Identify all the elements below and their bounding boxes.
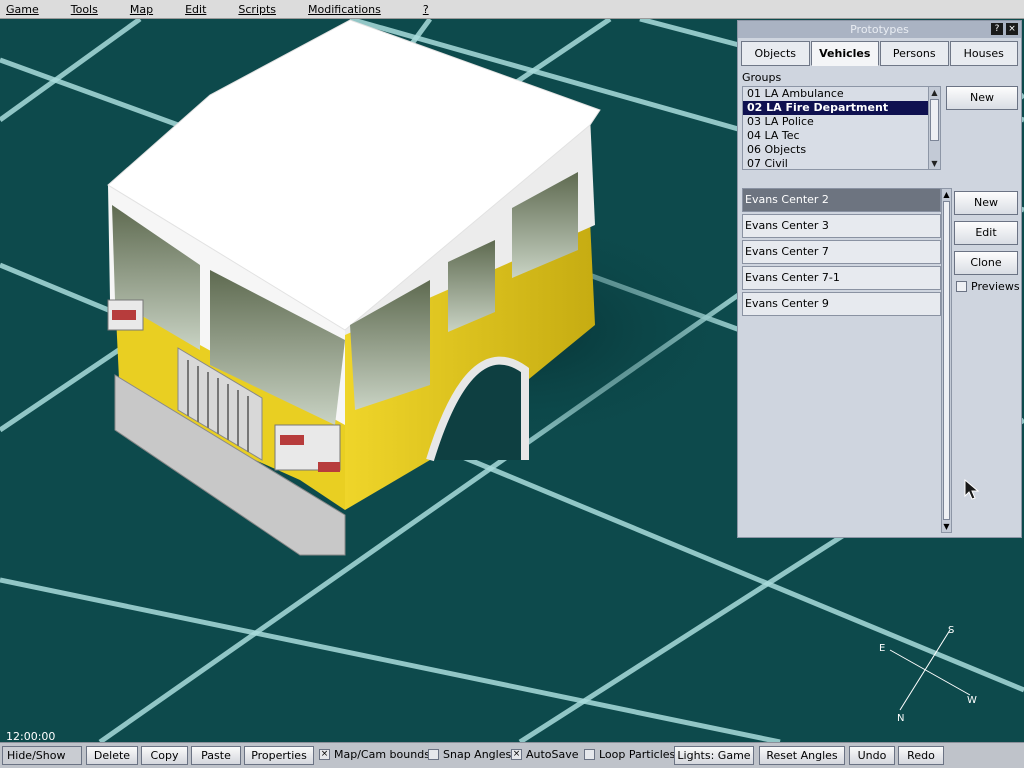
group-item[interactable]: 03 LA Police — [743, 115, 929, 129]
group-item[interactable]: 07 Civil — [743, 157, 929, 169]
group-item[interactable]: 01 LA Ambulance — [743, 87, 929, 101]
menu-game[interactable]: Game — [0, 3, 39, 16]
previews-label: Previews — [971, 280, 1020, 293]
prototype-scrollbar[interactable]: ▲ ▼ — [941, 188, 952, 533]
scroll-up-icon[interactable]: ▲ — [942, 189, 951, 200]
scroll-down-icon[interactable]: ▼ — [942, 521, 951, 532]
scroll-down-icon[interactable]: ▼ — [929, 158, 940, 169]
autosave-label: AutoSave — [526, 748, 579, 761]
list-item[interactable]: Evans Center 3 — [742, 214, 941, 238]
undo-button[interactable]: Undo — [849, 746, 895, 765]
compass-e-label: E — [879, 643, 886, 654]
list-item[interactable]: Evans Center 9 — [742, 292, 941, 316]
new-prototype-button[interactable]: New — [954, 191, 1018, 215]
snap-angles-label: Snap Angles — [443, 748, 512, 761]
properties-button[interactable]: Properties — [244, 746, 314, 765]
group-item[interactable]: 06 Objects — [743, 143, 929, 157]
loop-particles-toggle[interactable]: Loop Particles — [584, 748, 675, 761]
scroll-thumb[interactable] — [930, 99, 939, 141]
menu-modifications[interactable]: Modifications — [302, 3, 381, 16]
list-item[interactable]: Evans Center 2 — [742, 188, 941, 212]
hide-show-button[interactable]: Hide/Show — [2, 746, 82, 765]
tab-houses[interactable]: Houses — [949, 41, 1018, 66]
panel-title-bar[interactable]: Prototypes ? × — [738, 21, 1021, 38]
paste-button[interactable]: Paste — [191, 746, 241, 765]
group-item[interactable]: 04 LA Tec — [743, 129, 929, 143]
groups-label: Groups — [742, 71, 782, 84]
menu-bar: Game Tools Map Edit Scripts Modification… — [0, 0, 1024, 19]
group-item[interactable]: 02 LA Fire Department — [743, 101, 929, 115]
previews-checkbox[interactable] — [956, 281, 967, 292]
compass-n-label: N — [897, 713, 905, 724]
map-cam-bounds-checkbox[interactable]: × — [319, 749, 330, 760]
tab-vehicles[interactable]: Vehicles — [810, 41, 879, 66]
prototypes-panel: Prototypes ? × Objects Vehicles Persons … — [737, 20, 1022, 538]
delete-button[interactable]: Delete — [86, 746, 138, 765]
panel-title: Prototypes — [850, 23, 909, 36]
compass-w-label: W — [967, 695, 977, 706]
groups-list[interactable]: 01 LA Ambulance 02 LA Fire Department 03… — [742, 86, 941, 170]
loop-particles-label: Loop Particles — [599, 748, 676, 761]
copy-button[interactable]: Copy — [141, 746, 188, 765]
map-cam-bounds-toggle[interactable]: × Map/Cam bounds — [319, 748, 430, 761]
prototype-list[interactable]: Evans Center 2 Evans Center 3 Evans Cent… — [742, 188, 941, 533]
list-item[interactable]: Evans Center 7 — [742, 240, 941, 264]
reset-angles-button[interactable]: Reset Angles — [759, 746, 845, 765]
bottom-toolbar: Hide/Show Delete Copy Paste Properties ×… — [0, 742, 1024, 768]
tab-persons[interactable]: Persons — [880, 41, 949, 66]
snap-angles-checkbox[interactable] — [428, 749, 439, 760]
snap-angles-toggle[interactable]: Snap Angles — [428, 748, 511, 761]
groups-scrollbar[interactable]: ▲ ▼ — [928, 87, 940, 169]
redo-button[interactable]: Redo — [898, 746, 944, 765]
menu-scripts[interactable]: Scripts — [232, 3, 276, 16]
list-item[interactable]: Evans Center 7-1 — [742, 266, 941, 290]
menu-edit[interactable]: Edit — [179, 3, 206, 16]
loop-particles-checkbox[interactable] — [584, 749, 595, 760]
close-icon[interactable]: × — [1006, 23, 1018, 35]
menu-map[interactable]: Map — [124, 3, 153, 16]
map-cam-bounds-label: Map/Cam bounds — [334, 748, 430, 761]
new-group-button[interactable]: New — [946, 86, 1018, 110]
compass-s-label: S — [948, 625, 955, 636]
scroll-up-icon[interactable]: ▲ — [929, 87, 940, 98]
tab-bar: Objects Vehicles Persons Houses — [738, 38, 1021, 66]
previews-toggle[interactable]: Previews — [956, 280, 1020, 293]
menu-tools[interactable]: Tools — [65, 3, 98, 16]
autosave-checkbox[interactable]: × — [511, 749, 522, 760]
scroll-thumb[interactable] — [943, 201, 950, 520]
clone-button[interactable]: Clone — [954, 251, 1018, 275]
tab-objects[interactable]: Objects — [741, 41, 810, 66]
autosave-toggle[interactable]: × AutoSave — [511, 748, 579, 761]
help-icon[interactable]: ? — [991, 23, 1003, 35]
mouse-cursor-icon — [964, 479, 980, 500]
menu-help[interactable]: ? — [417, 3, 429, 16]
edit-button[interactable]: Edit — [954, 221, 1018, 245]
lights-mode-button[interactable]: Lights: Game — [674, 746, 754, 765]
